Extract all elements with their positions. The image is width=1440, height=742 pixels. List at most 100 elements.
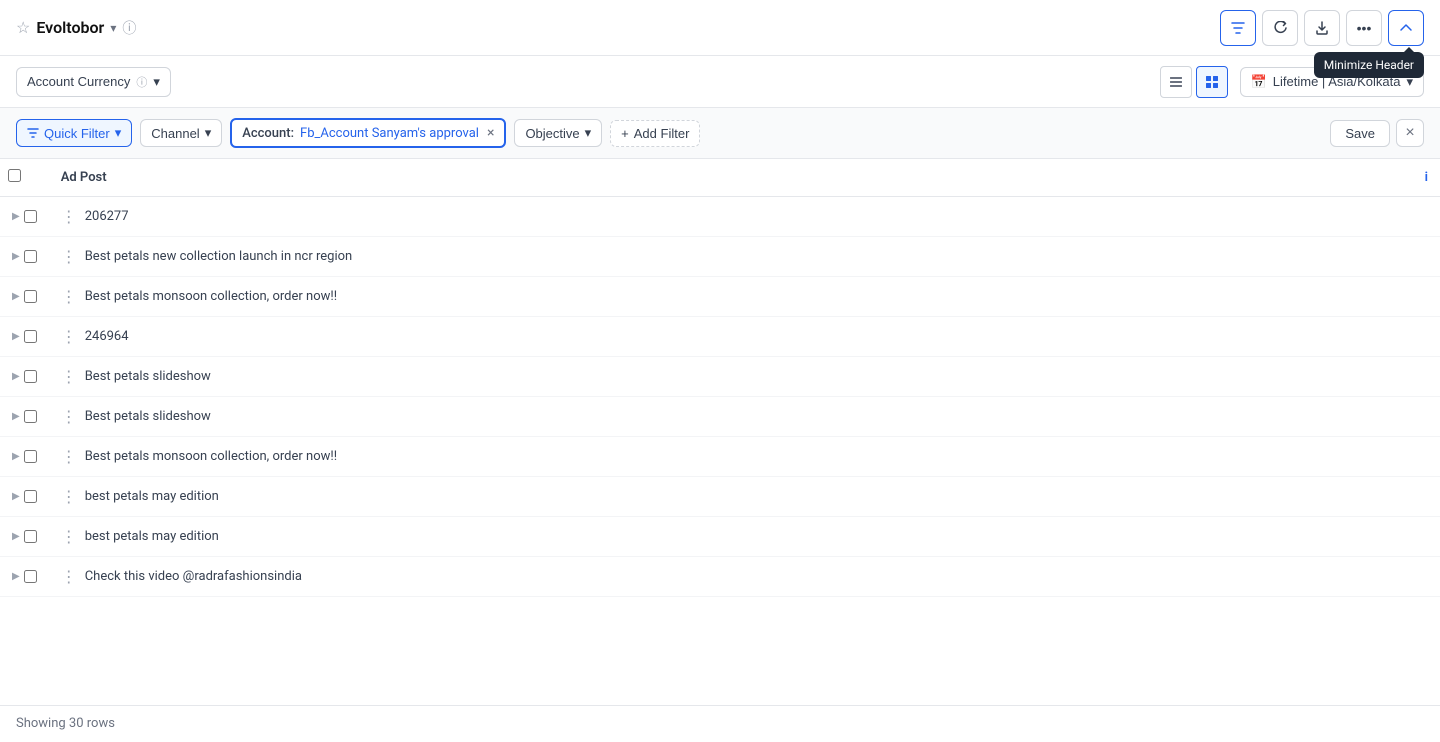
row-data: ⋮ 246964 <box>49 317 1440 357</box>
row-checkbox[interactable] <box>24 570 37 583</box>
row-ad-post-name: Best petals slideshow <box>85 409 211 424</box>
row-data: ⋮ Check this video @radrafashionsindia <box>49 557 1440 597</box>
row-expand-icon[interactable]: ▶ <box>12 491 20 502</box>
row-controls: ▶ <box>0 437 49 477</box>
row-controls: ▶ <box>0 357 49 397</box>
row-data: ⋮ best petals may edition <box>49 477 1440 517</box>
account-filter-value: Fb_Account Sanyam's approval <box>300 126 479 141</box>
ad-post-column-label: Ad Post <box>61 170 107 185</box>
row-menu-icon[interactable]: ⋮ <box>61 567 77 586</box>
row-expand-icon[interactable]: ▶ <box>12 451 20 462</box>
column-info-icon[interactable]: i <box>1425 170 1428 185</box>
row-data: ⋮ best petals may edition <box>49 517 1440 557</box>
refresh-button[interactable] <box>1262 10 1298 46</box>
row-checkbox[interactable] <box>24 490 37 503</box>
more-dots-icon: ••• <box>1357 20 1372 36</box>
row-ad-post-name: best petals may edition <box>85 529 219 544</box>
row-controls: ▶ <box>0 197 49 237</box>
row-controls: ▶ <box>0 397 49 437</box>
row-data: ⋮ Best petals monsoon collection, order … <box>49 277 1440 317</box>
objective-filter-chevron-icon: ▾ <box>585 125 592 141</box>
account-currency-info-icon: ⓘ <box>136 74 147 90</box>
row-menu-icon[interactable]: ⋮ <box>61 407 77 426</box>
row-controls: ▶ <box>0 237 49 277</box>
row-ad-post-name: Best petals new collection launch in ncr… <box>85 249 353 264</box>
row-controls: ▶ <box>0 317 49 357</box>
minimize-header-tooltip: Minimize Header <box>1314 52 1424 78</box>
table-header-row: Ad Post i <box>0 159 1440 197</box>
row-expand-icon[interactable]: ▶ <box>12 291 20 302</box>
header-actions: ••• Minimize Header <box>1220 10 1424 46</box>
row-controls: ▶ <box>0 277 49 317</box>
app-header: ☆ Evoltobor ▾ ⓘ ••• <box>0 0 1440 56</box>
row-expand-icon[interactable]: ▶ <box>12 211 20 222</box>
row-checkbox[interactable] <box>24 410 37 423</box>
row-expand-icon[interactable]: ▶ <box>12 411 20 422</box>
row-checkbox[interactable] <box>24 330 37 343</box>
row-menu-icon[interactable]: ⋮ <box>61 327 77 346</box>
row-menu-icon[interactable]: ⋮ <box>61 247 77 266</box>
table-row: ▶ ⋮ 206277 <box>0 197 1440 237</box>
star-icon[interactable]: ☆ <box>16 18 30 37</box>
row-expand-icon[interactable]: ▶ <box>12 571 20 582</box>
filter-close-button[interactable]: × <box>1396 119 1424 147</box>
row-expand-icon[interactable]: ▶ <box>12 371 20 382</box>
row-menu-icon[interactable]: ⋮ <box>61 447 77 466</box>
table-row: ▶ ⋮ Best petals slideshow <box>0 357 1440 397</box>
row-menu-icon[interactable]: ⋮ <box>61 287 77 306</box>
filter-bar: Quick Filter ▾ Channel ▾ Account: Fb_Acc… <box>0 108 1440 159</box>
row-checkbox[interactable] <box>24 370 37 383</box>
row-checkbox[interactable] <box>24 450 37 463</box>
table-row: ▶ ⋮ Best petals slideshow <box>0 397 1440 437</box>
account-currency-label: Account Currency <box>27 74 130 89</box>
row-expand-icon[interactable]: ▶ <box>12 331 20 342</box>
row-expand-icon[interactable]: ▶ <box>12 251 20 262</box>
account-filter-close-icon[interactable]: × <box>487 125 494 141</box>
grid-view-button[interactable] <box>1196 66 1228 98</box>
row-expand-icon[interactable]: ▶ <box>12 531 20 542</box>
filter-button[interactable] <box>1220 10 1256 46</box>
filter-actions: Save × <box>1330 119 1424 147</box>
table-row: ▶ ⋮ Best petals monsoon collection, orde… <box>0 277 1440 317</box>
row-ad-post-name: best petals may edition <box>85 489 219 504</box>
app-chevron-down-icon[interactable]: ▾ <box>110 21 116 35</box>
row-ad-post-name: Best petals monsoon collection, order no… <box>85 449 337 464</box>
filter-close-icon: × <box>1405 124 1414 142</box>
account-currency-button[interactable]: Account Currency ⓘ ▾ <box>16 67 171 97</box>
save-button[interactable]: Save <box>1330 120 1390 147</box>
row-ad-post-name: Best petals monsoon collection, order no… <box>85 289 337 304</box>
channel-filter-chevron-icon: ▾ <box>205 125 212 141</box>
more-button[interactable]: ••• <box>1346 10 1382 46</box>
row-menu-icon[interactable]: ⋮ <box>61 527 77 546</box>
row-checkbox[interactable] <box>24 290 37 303</box>
row-checkbox[interactable] <box>24 530 37 543</box>
objective-filter-button[interactable]: Objective ▾ <box>514 119 602 147</box>
select-all-checkbox[interactable] <box>8 169 21 182</box>
row-menu-icon[interactable]: ⋮ <box>61 367 77 386</box>
row-controls: ▶ <box>0 517 49 557</box>
minimize-header-container: Minimize Header <box>1388 10 1424 46</box>
app-info-icon[interactable]: ⓘ <box>122 18 136 38</box>
row-ad-post-name: 206277 <box>85 209 129 224</box>
objective-filter-label: Objective <box>525 126 579 141</box>
row-data: ⋮ Best petals monsoon collection, order … <box>49 437 1440 477</box>
quick-filter-label: Quick Filter <box>44 126 110 141</box>
table-row: ▶ ⋮ Check this video @radrafashionsindia <box>0 557 1440 597</box>
account-currency-chevron-icon: ▾ <box>153 74 160 90</box>
header-left: ☆ Evoltobor ▾ ⓘ <box>16 18 1220 38</box>
export-button[interactable] <box>1304 10 1340 46</box>
row-checkbox[interactable] <box>24 210 37 223</box>
row-menu-icon[interactable]: ⋮ <box>61 207 77 226</box>
row-checkbox[interactable] <box>24 250 37 263</box>
table-row: ▶ ⋮ 246964 <box>0 317 1440 357</box>
add-filter-button[interactable]: + Add Filter <box>610 120 700 147</box>
table-row: ▶ ⋮ best petals may edition <box>0 517 1440 557</box>
table-row: ▶ ⋮ Best petals new collection launch in… <box>0 237 1440 277</box>
minimize-header-button[interactable] <box>1388 10 1424 46</box>
select-all-header <box>0 159 49 197</box>
list-view-button[interactable] <box>1160 66 1192 98</box>
quick-filter-button[interactable]: Quick Filter ▾ <box>16 119 132 147</box>
account-filter-key: Account: <box>242 126 294 141</box>
channel-filter-button[interactable]: Channel ▾ <box>140 119 222 147</box>
row-menu-icon[interactable]: ⋮ <box>61 487 77 506</box>
